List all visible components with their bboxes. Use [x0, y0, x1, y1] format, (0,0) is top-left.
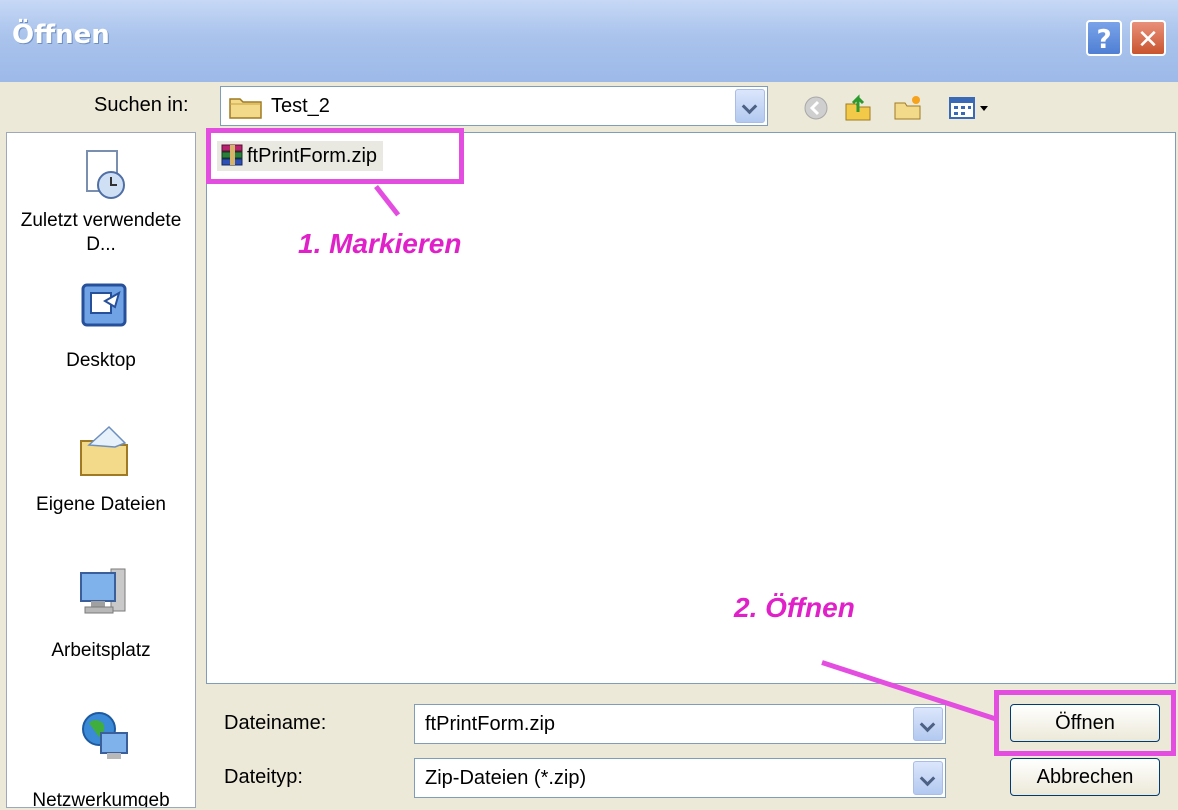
place-network-label: Netzwerkumgeb	[32, 790, 170, 808]
filetype-value: Zip-Dateien (*.zip)	[425, 767, 587, 789]
highlight-file-box	[206, 128, 464, 184]
place-my-documents-label: Eigene Dateien	[36, 494, 166, 515]
up-folder-icon[interactable]	[842, 92, 874, 124]
help-button[interactable]: ?	[1086, 20, 1122, 56]
place-my-documents[interactable]: Eigene Dateien	[7, 415, 195, 535]
filetype-select[interactable]: Zip-Dateien (*.zip)	[414, 758, 946, 798]
file-list[interactable]: ftPrintForm.zip	[206, 132, 1176, 684]
look-in-combo[interactable]: Test_2	[220, 86, 768, 126]
filetype-dropdown-button[interactable]	[913, 761, 943, 795]
filename-value: ftPrintForm.zip	[425, 713, 556, 735]
view-menu-icon[interactable]	[946, 92, 996, 124]
place-desktop-label: Desktop	[66, 350, 136, 371]
desktop-icon	[79, 281, 129, 331]
look-in-value: Test_2	[271, 95, 330, 117]
new-folder-icon[interactable]	[892, 92, 924, 124]
annotation-step2: 2. Öffnen	[734, 592, 855, 623]
look-in-label: Suchen in:	[94, 94, 189, 116]
folder-icon	[229, 95, 263, 124]
filetype-label: Dateityp:	[224, 766, 303, 788]
place-recent[interactable]: Zuletzt verwendete D...	[7, 143, 195, 263]
places-bar: Zuletzt verwendete D... Desktop Eigene D…	[6, 132, 196, 808]
my-documents-icon	[79, 423, 129, 476]
annotation-step1: 1. Markieren	[298, 228, 462, 259]
place-my-computer[interactable]: Arbeitsplatz	[7, 555, 195, 675]
place-my-computer-label: Arbeitsplatz	[51, 640, 151, 661]
close-button[interactable]: ✕	[1130, 20, 1166, 56]
title-bar: Öffnen ? ✕	[0, 0, 1178, 82]
look-in-dropdown-button[interactable]	[735, 89, 765, 123]
cancel-button[interactable]: Abbrechen	[1010, 758, 1160, 796]
filename-dropdown-button[interactable]	[913, 707, 943, 741]
place-recent-label: Zuletzt verwendete D...	[20, 210, 182, 255]
window-title: Öffnen	[12, 20, 110, 50]
place-network[interactable]: Netzwerkumgeb	[7, 705, 195, 808]
recent-documents-icon	[79, 149, 129, 199]
filename-input[interactable]: ftPrintForm.zip	[414, 704, 946, 744]
highlight-open-button	[994, 690, 1176, 756]
place-desktop[interactable]: Desktop	[7, 273, 195, 383]
my-computer-icon	[79, 563, 129, 614]
filename-label: Dateiname:	[224, 712, 327, 734]
network-places-icon	[79, 707, 129, 759]
back-icon[interactable]	[800, 92, 832, 124]
